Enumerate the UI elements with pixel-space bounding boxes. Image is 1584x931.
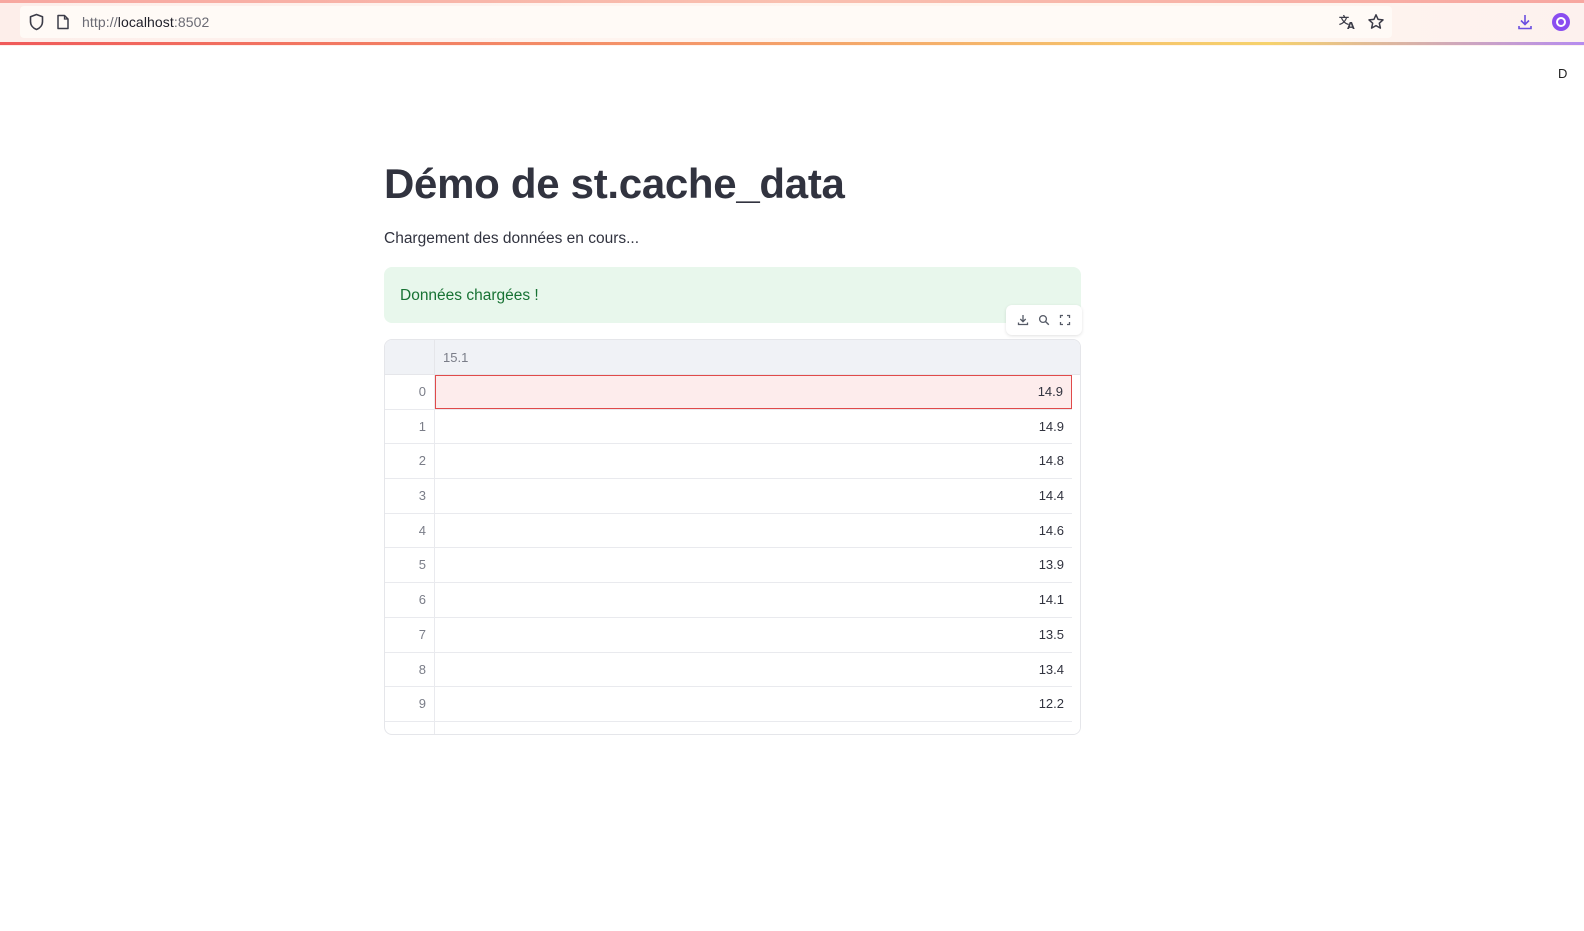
table-row[interactable]: 6 14.1 [385, 583, 1080, 618]
fullscreen-icon[interactable] [1056, 311, 1074, 329]
page-icon [56, 14, 70, 30]
url-scheme: http:// [82, 14, 118, 30]
value-cell[interactable]: 14.1 [435, 583, 1072, 617]
clipped-edge-text: D [1558, 66, 1568, 81]
row-index-cell[interactable]: 3 [385, 479, 435, 513]
value-cell[interactable]: 13.9 [435, 548, 1072, 582]
url-bar[interactable]: http://localhost:8502 文A [20, 6, 1392, 38]
table-row[interactable]: 8 13.4 [385, 652, 1080, 688]
url-port: :8502 [173, 14, 210, 30]
dataframe-header: 15.1 [385, 340, 1080, 375]
table-row[interactable]: 2 14.8 [385, 444, 1080, 480]
download-icon[interactable] [1516, 13, 1534, 31]
url-text[interactable]: http://localhost:8502 [82, 14, 209, 30]
table-row[interactable]: 3 14.4 [385, 479, 1080, 514]
download-icon[interactable] [1014, 311, 1032, 329]
value-cell[interactable]: 14.4 [435, 479, 1072, 513]
row-index-cell[interactable]: 5 [385, 548, 435, 583]
success-message: Données chargées ! [400, 287, 539, 304]
translate-icon[interactable]: 文A [1338, 13, 1358, 31]
table-row[interactable]: 7 13.5 [385, 617, 1080, 653]
shield-icon[interactable] [28, 13, 45, 31]
row-index-cell[interactable]: 6 [385, 583, 435, 617]
value-cell[interactable]: 13.4 [435, 653, 1072, 687]
row-index-cell[interactable]: 9 [385, 687, 435, 721]
table-row[interactable]: 9 12.2 [385, 687, 1080, 722]
row-index-cell[interactable]: 4 [385, 513, 435, 548]
value-cell[interactable]: 14.9 [435, 410, 1072, 444]
table-row[interactable]: 4 14.6 [385, 513, 1080, 549]
value-cell[interactable]: 14.6 [435, 514, 1072, 548]
table-row-partial [385, 721, 1080, 734]
dataframe-scroll-gutter[interactable] [1072, 375, 1080, 734]
row-index-cell [385, 721, 435, 734]
dataframe-toolbar [1006, 305, 1082, 335]
row-index-cell[interactable]: 7 [385, 617, 435, 652]
column-header[interactable]: 15.1 [443, 350, 468, 365]
dataframe[interactable]: 15.1 0 14.9 1 14.9 2 14.8 3 14.4 4 14.6 5 13.9 6 14.1… [384, 339, 1081, 735]
table-row[interactable]: 0 14.9 [385, 375, 1080, 410]
table-row[interactable]: 5 13.9 [385, 548, 1080, 584]
value-cell[interactable]: 14.9 [435, 375, 1072, 409]
url-host: localhost [117, 14, 174, 30]
row-index-cell[interactable]: 1 [385, 409, 435, 444]
index-header-cell[interactable] [385, 340, 435, 375]
value-cell[interactable]: 14.8 [435, 444, 1072, 478]
value-cell[interactable]: 13.5 [435, 618, 1072, 652]
chrome-accent-bottom [0, 42, 1584, 45]
account-icon[interactable] [1551, 12, 1571, 32]
row-index-cell[interactable]: 2 [385, 444, 435, 479]
browser-toolbar: http://localhost:8502 文A [0, 0, 1584, 46]
chrome-accent-top [0, 0, 1584, 3]
table-row[interactable]: 1 14.9 [385, 409, 1080, 445]
success-alert: Données chargées ! [384, 267, 1081, 323]
row-index-cell[interactable]: 8 [385, 652, 435, 687]
loading-status-text: Chargement des données en cours... [384, 230, 640, 247]
page-title: Démo de st.cache_data [384, 160, 845, 207]
star-icon[interactable] [1367, 13, 1385, 31]
value-cell[interactable]: 12.2 [435, 687, 1072, 721]
svg-text:A: A [1347, 21, 1355, 31]
dataframe-body: 0 14.9 1 14.9 2 14.8 3 14.4 4 14.6 5 13.9 6 14.1 7 13.5… [385, 375, 1080, 734]
row-index-cell[interactable]: 0 [385, 375, 435, 409]
search-icon[interactable] [1035, 311, 1053, 329]
